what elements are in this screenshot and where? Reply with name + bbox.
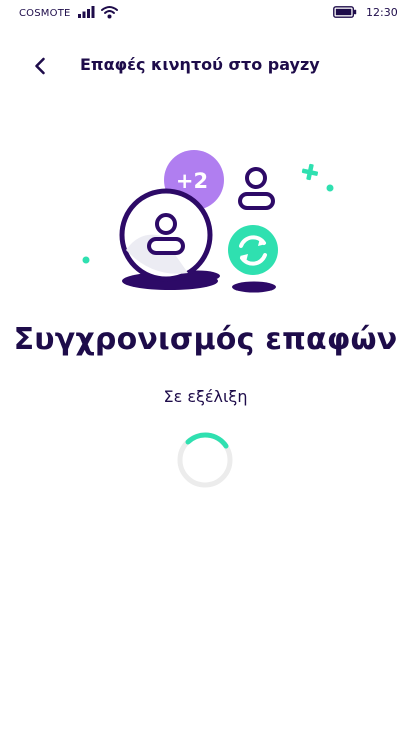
signal-bars-icon — [78, 6, 95, 18]
status-time: 12:30 — [366, 6, 398, 19]
page-title: Επαφές κινητού στο payzy — [80, 55, 320, 74]
contacts-sync-illustration: +2 — [70, 140, 350, 300]
decor-dot — [82, 256, 90, 264]
contact-small-icon — [238, 167, 275, 210]
badge-count: +2 — [176, 169, 208, 193]
carrier-name: COSMOTE — [19, 8, 71, 19]
sync-status-text: Σε εξέλιξη — [163, 387, 248, 406]
header: Επαφές κινητού στο payzy — [0, 50, 411, 82]
status-bar: COSMOTE 12:30 — [0, 0, 411, 26]
back-button[interactable] — [24, 51, 56, 81]
contact-large-icon — [119, 188, 213, 282]
battery-icon — [333, 6, 357, 18]
loading-spinner-icon — [177, 432, 233, 488]
sync-heading: Συγχρονισμός επαφών — [13, 322, 398, 357]
decor-dot — [326, 184, 334, 192]
wifi-icon — [101, 6, 118, 19]
chevron-left-icon — [35, 57, 45, 75]
plus-icon — [301, 163, 319, 181]
sync-icon — [228, 225, 278, 275]
